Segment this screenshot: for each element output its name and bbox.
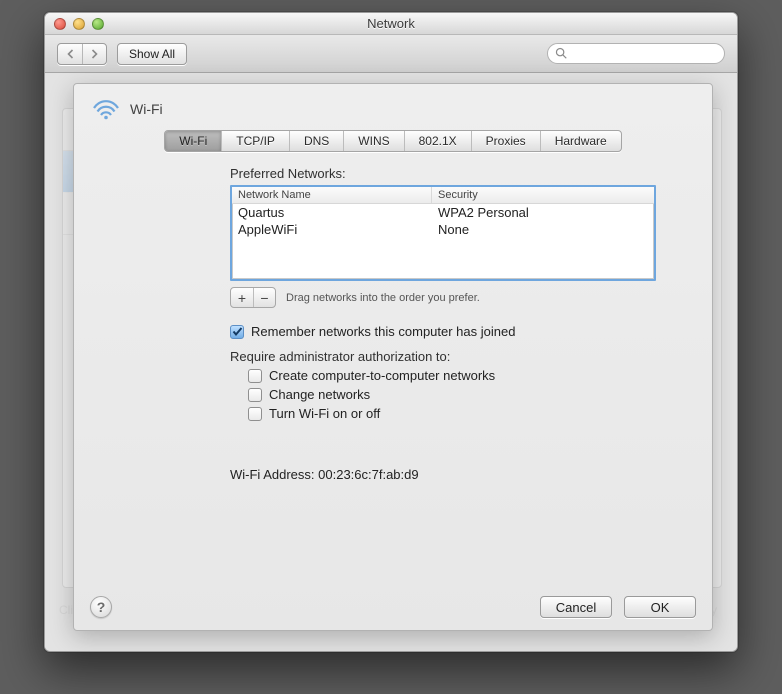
chevron-left-icon (66, 49, 75, 59)
remember-networks-label: Remember networks this computer has join… (251, 324, 515, 339)
nav-history (57, 43, 107, 65)
tab-dns[interactable]: DNS (289, 131, 343, 151)
require-auth-label: Require administrator authorization to: (230, 349, 668, 364)
cell-security: WPA2 Personal (432, 204, 654, 221)
table-header: Network Name Security (232, 187, 654, 204)
wifi-advanced-sheet: Wi-Fi Wi-Fi TCP/IP DNS WINS 802.1X Proxi… (73, 83, 713, 631)
require-toggle-wifi-checkbox[interactable] (248, 407, 262, 421)
ok-label: OK (651, 600, 670, 615)
tab-hardware[interactable]: Hardware (540, 131, 621, 151)
checkmark-icon (232, 326, 243, 337)
table-row[interactable]: AppleWiFi None (232, 221, 654, 238)
tab-wins[interactable]: WINS (343, 131, 403, 151)
wifi-address-label: Wi-Fi Address: (230, 467, 315, 482)
forward-button[interactable] (82, 44, 106, 64)
add-network-button[interactable]: + (231, 288, 253, 307)
tab-bar: Wi-Fi TCP/IP DNS WINS 802.1X Proxies Har… (92, 130, 694, 152)
sheet-header: Wi-Fi (74, 84, 712, 126)
col-network-name[interactable]: Network Name (232, 187, 432, 203)
wifi-address: Wi-Fi Address: 00:23:6c:7f:ab:d9 (230, 467, 668, 482)
cancel-label: Cancel (556, 600, 596, 615)
sheet-footer: ? Cancel OK (74, 584, 712, 630)
toolbar: Show All (45, 35, 737, 73)
sheet-content: Preferred Networks: Network Name Securit… (74, 166, 712, 482)
table-row[interactable]: Quartus WPA2 Personal (232, 204, 654, 221)
show-all-button[interactable]: Show All (117, 43, 187, 65)
reorder-hint: Drag networks into the order you prefer. (286, 292, 480, 304)
titlebar: Network (45, 13, 737, 35)
tab-wifi[interactable]: Wi-Fi (165, 131, 221, 151)
col-security[interactable]: Security (432, 187, 654, 203)
tab-proxies[interactable]: Proxies (471, 131, 540, 151)
cell-security: None (432, 221, 654, 238)
require-toggle-wifi-label: Turn Wi-Fi on or off (269, 406, 380, 421)
cell-network-name: AppleWiFi (232, 221, 432, 238)
tab-tcpip[interactable]: TCP/IP (221, 131, 289, 151)
require-change-networks-label: Change networks (269, 387, 370, 402)
remember-networks-checkbox[interactable] (230, 325, 244, 339)
show-all-label: Show All (129, 47, 175, 61)
sheet-title: Wi-Fi (130, 101, 163, 117)
add-remove-controls: + − (230, 287, 276, 308)
wifi-address-value: 00:23:6c:7f:ab:d9 (318, 467, 418, 482)
back-button[interactable] (58, 44, 82, 64)
help-button[interactable]: ? (90, 596, 112, 618)
window-title: Network (45, 16, 737, 31)
network-preferences-window: Network Show All Location: Automatic (44, 12, 738, 652)
remove-network-button[interactable]: − (253, 288, 275, 307)
chevron-right-icon (90, 49, 99, 59)
tab-8021x[interactable]: 802.1X (404, 131, 471, 151)
cell-network-name: Quartus (232, 204, 432, 221)
wifi-icon (92, 98, 120, 120)
search-icon (554, 46, 568, 60)
require-change-networks-checkbox[interactable] (248, 388, 262, 402)
cancel-button[interactable]: Cancel (540, 596, 612, 618)
require-create-adhoc-label: Create computer-to-computer networks (269, 368, 495, 383)
search-input[interactable] (547, 43, 725, 64)
search-wrap (547, 43, 725, 64)
preferred-networks-table[interactable]: Network Name Security Quartus WPA2 Perso… (230, 185, 656, 281)
require-create-adhoc-checkbox[interactable] (248, 369, 262, 383)
preferred-networks-label: Preferred Networks: (230, 166, 668, 181)
ok-button[interactable]: OK (624, 596, 696, 618)
